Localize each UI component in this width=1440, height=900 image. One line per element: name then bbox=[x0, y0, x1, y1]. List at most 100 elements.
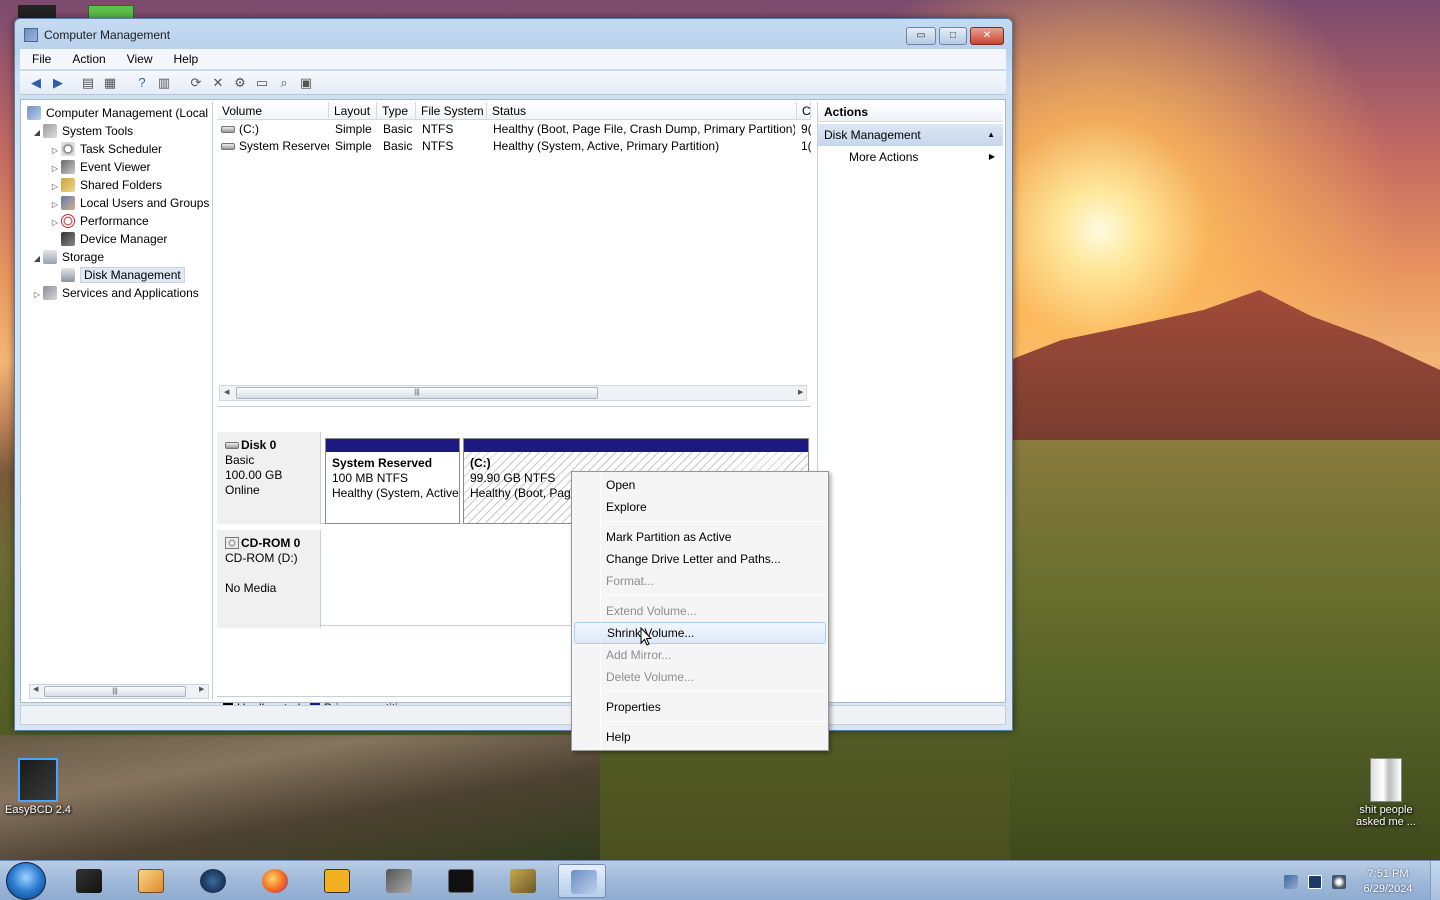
column-header-capacity[interactable]: C bbox=[797, 102, 811, 120]
network-icon[interactable] bbox=[1308, 875, 1322, 889]
tree-item-local-users[interactable]: ▷ Local Users and Groups bbox=[49, 194, 209, 212]
volume-list: Volume Layout Type File System Status C … bbox=[217, 102, 811, 407]
scroll-right-icon[interactable]: ▶ bbox=[199, 685, 204, 693]
collapse-triangle-icon[interactable]: ◢ bbox=[31, 124, 43, 142]
partition-system-reserved[interactable]: System Reserved 100 MB NTFS Healthy (Sys… bbox=[325, 438, 460, 524]
easybcd-icon bbox=[18, 758, 58, 802]
taskbar-dosbox[interactable] bbox=[498, 864, 546, 898]
volume-icon[interactable] bbox=[1332, 875, 1346, 889]
column-header-status[interactable]: Status bbox=[487, 102, 797, 120]
taskbar-de-app[interactable] bbox=[312, 864, 360, 898]
search-icon[interactable]: ⌕ bbox=[276, 75, 292, 91]
delete-icon[interactable]: ✕ bbox=[210, 75, 226, 91]
tree-item-storage[interactable]: ◢ Storage bbox=[31, 248, 104, 266]
desktop-fragment bbox=[18, 5, 56, 19]
tree-root[interactable]: Computer Management (Local bbox=[27, 104, 208, 122]
menu-item-help[interactable]: Help bbox=[574, 726, 826, 748]
media-player-icon bbox=[138, 869, 164, 893]
up-folder-icon[interactable]: ▤ bbox=[80, 75, 96, 91]
settings-icon[interactable]: ▣ bbox=[298, 75, 314, 91]
tree-horizontal-scrollbar[interactable]: ◀ ||| ▶ bbox=[29, 684, 209, 699]
tree-item-shared-folders[interactable]: ▷ Shared Folders bbox=[49, 176, 162, 194]
tree-item-performance[interactable]: ▷ Performance bbox=[49, 212, 149, 230]
start-button[interactable] bbox=[6, 862, 46, 900]
title-bar[interactable]: Computer Management ▭ □ ✕ bbox=[15, 19, 1012, 51]
show-hide-action-pane-icon[interactable]: ▥ bbox=[156, 75, 172, 91]
menu-file[interactable]: File bbox=[20, 49, 60, 66]
submenu-arrow-icon: ▶ bbox=[988, 152, 995, 161]
maximize-button[interactable]: □ bbox=[939, 27, 967, 45]
taskbar-media-player[interactable] bbox=[126, 864, 174, 898]
taskbar-terminal[interactable] bbox=[436, 864, 484, 898]
volume-status: Healthy (System, Active, Primary Partiti… bbox=[493, 139, 720, 153]
forward-arrow-icon[interactable]: ▶ bbox=[50, 75, 66, 91]
more-actions[interactable]: More Actions ▶ bbox=[818, 146, 1003, 168]
column-header-file-system[interactable]: File System bbox=[416, 102, 487, 120]
taskbar-computer-management[interactable] bbox=[558, 864, 606, 898]
help-icon[interactable]: ? bbox=[134, 75, 150, 91]
cdrom-0-label[interactable]: CD-ROM 0 CD-ROM (D:) No Media bbox=[217, 530, 321, 628]
taskbar-app-3[interactable] bbox=[188, 864, 236, 898]
scroll-left-icon[interactable]: ◀ bbox=[33, 685, 38, 693]
tree-item-task-scheduler[interactable]: ▷ Task Scheduler bbox=[49, 140, 162, 158]
desktop-icon-folder[interactable]: shit people asked me ... bbox=[1346, 758, 1426, 828]
close-button[interactable]: ✕ bbox=[970, 27, 1004, 45]
back-arrow-icon[interactable]: ◀ bbox=[28, 75, 44, 91]
menu-help[interactable]: Help bbox=[162, 49, 208, 66]
disk-size: 100.00 GB bbox=[225, 468, 283, 482]
menu-separator bbox=[604, 521, 826, 522]
desktop-icon-label: EasyBCD 2.4 bbox=[4, 804, 72, 816]
menu-item-mark-active[interactable]: Mark Partition as Active bbox=[574, 526, 826, 548]
menu-item-add-mirror: Add Mirror... bbox=[606, 648, 672, 662]
menu-item-open[interactable]: Open bbox=[574, 474, 826, 496]
menu-item-properties[interactable]: Properties bbox=[574, 696, 826, 718]
disk-0-label[interactable]: Disk 0 Basic 100.00 GB Online bbox=[217, 432, 321, 524]
taskbar-windows-stack[interactable] bbox=[374, 864, 422, 898]
collapse-caret-icon: ▲ bbox=[987, 130, 995, 139]
volume-name: System Reserved bbox=[239, 139, 329, 153]
expand-triangle-icon[interactable]: ▷ bbox=[31, 286, 43, 304]
desktop-icon-label: shit people asked me ... bbox=[1356, 804, 1416, 828]
action-center-icon[interactable] bbox=[1284, 875, 1298, 889]
tree-item-services-applications[interactable]: ▷ Services and Applications bbox=[31, 284, 199, 302]
cdrom-icon bbox=[225, 537, 239, 549]
tree-item-device-manager[interactable]: Device Manager bbox=[49, 230, 167, 248]
menu-item-shrink-volume[interactable]: Shrink Volume... bbox=[574, 622, 826, 644]
volume-capacity: 9( bbox=[801, 122, 811, 136]
minimize-button[interactable]: ▭ bbox=[906, 27, 936, 45]
scroll-right-icon[interactable]: ▶ bbox=[798, 386, 803, 400]
partition-title: System Reserved bbox=[332, 456, 433, 470]
computer-management-icon bbox=[571, 870, 597, 894]
drive-icon bbox=[221, 143, 235, 150]
desktop-icon-easybcd[interactable]: EasyBCD 2.4 bbox=[0, 758, 78, 816]
volume-list-horizontal-scrollbar[interactable]: ◀ ||| ▶ bbox=[219, 385, 807, 401]
show-desktop-button[interactable] bbox=[1430, 861, 1440, 900]
collapse-triangle-icon[interactable]: ◢ bbox=[31, 250, 43, 268]
scrollbar-thumb[interactable]: ||| bbox=[44, 686, 186, 697]
column-header-type[interactable]: Type bbox=[377, 102, 416, 120]
column-header-layout[interactable]: Layout bbox=[329, 102, 377, 120]
system-clock[interactable]: 7:51 PM 6/29/2024 bbox=[1348, 867, 1428, 897]
properties-icon[interactable]: ⚙ bbox=[232, 75, 248, 91]
disk-kind: Basic bbox=[225, 453, 255, 467]
tree-item-disk-management[interactable]: Disk Management bbox=[49, 266, 185, 284]
primary-partition-bar bbox=[464, 439, 808, 452]
scrollbar-thumb[interactable]: ||| bbox=[236, 387, 598, 399]
menu-item-format: Format... bbox=[606, 574, 655, 588]
scroll-left-icon[interactable]: ◀ bbox=[224, 386, 229, 400]
tree-item-system-tools[interactable]: ◢ System Tools bbox=[31, 122, 133, 140]
column-header-volume[interactable]: Volume bbox=[217, 102, 329, 120]
taskbar-app-1[interactable] bbox=[64, 864, 112, 898]
computer-icon bbox=[27, 106, 41, 120]
menu-item-change-drive-letter[interactable]: Change Drive Letter and Paths... bbox=[574, 548, 826, 570]
menu-view[interactable]: View bbox=[115, 49, 162, 66]
clock-time: 7:51 PM bbox=[1367, 868, 1409, 880]
open-folder-icon[interactable]: ▭ bbox=[254, 75, 270, 91]
tree-item-event-viewer[interactable]: ▷ Event Viewer bbox=[49, 158, 150, 176]
menu-action[interactable]: Action bbox=[60, 49, 114, 66]
show-hide-console-tree-icon[interactable]: ▦ bbox=[102, 75, 118, 91]
refresh-icon[interactable]: ⟳ bbox=[188, 75, 204, 91]
taskbar-firefox[interactable] bbox=[250, 864, 298, 898]
menu-item-explore[interactable]: Explore bbox=[574, 496, 826, 518]
actions-disk-management[interactable]: Disk Management ▲ bbox=[818, 124, 1003, 146]
